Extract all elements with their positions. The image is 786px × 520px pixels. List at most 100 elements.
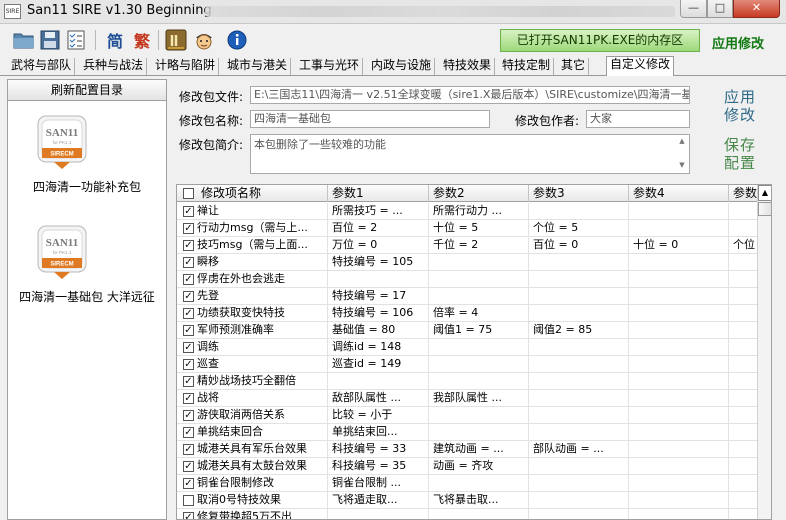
param3-cell[interactable] <box>529 458 629 475</box>
table-row[interactable]: ✓ 功绩获取变快特技 特技编号 = 106 倍率 = 4 <box>177 305 757 322</box>
param3-cell[interactable] <box>529 288 629 305</box>
table-row[interactable]: ✓ 调练 调练id = 148 <box>177 339 757 356</box>
param5-cell[interactable] <box>729 305 757 322</box>
param3-cell[interactable] <box>529 373 629 390</box>
param1-cell[interactable]: 特技编号 = 105 <box>328 254 429 271</box>
tab-politics-facilities[interactable]: 内政与设施 <box>368 58 436 75</box>
table-row[interactable]: ✓ 技巧msg（需与上面... 万位 = 0 千位 = 2 百位 = 0 十位 = 0 个位 <box>177 237 757 254</box>
desc-scrollbar[interactable]: ▲ ▼ <box>676 136 688 172</box>
param1-cell[interactable]: 敌部队属性 ... <box>328 390 429 407</box>
column-header-param5[interactable]: 参数5 <box>729 185 757 202</box>
table-row[interactable]: ✓ 修复带换超5万不出 <box>177 509 757 519</box>
param4-cell[interactable] <box>629 492 729 509</box>
apply-modification-button[interactable]: 应用 修改 <box>718 88 762 124</box>
maximize-button[interactable]: □ <box>707 0 733 18</box>
param5-cell[interactable] <box>729 441 757 458</box>
param5-cell[interactable] <box>729 373 757 390</box>
row-checkbox[interactable]: ✓ <box>183 325 194 336</box>
param1-cell[interactable]: 科技编号 = 33 <box>328 441 429 458</box>
table-row[interactable]: ✓ 城港关具有太鼓台效果 科技编号 = 35 动画 = 齐攻 <box>177 458 757 475</box>
row-checkbox[interactable]: ✓ <box>183 478 194 489</box>
param2-cell[interactable] <box>429 373 529 390</box>
param3-cell[interactable] <box>529 203 629 220</box>
param4-cell[interactable] <box>629 390 729 407</box>
column-header-param3[interactable]: 参数3 <box>529 185 629 202</box>
param3-cell[interactable] <box>529 509 629 519</box>
table-row[interactable]: ✓ 巡查 巡查id = 149 <box>177 356 757 373</box>
param1-cell[interactable]: 比较 = 小于 <box>328 407 429 424</box>
table-row[interactable]: ✓ 战将 敌部队属性 ... 我部队属性 ... <box>177 390 757 407</box>
select-all-checkbox[interactable] <box>183 188 194 199</box>
param5-cell[interactable] <box>729 203 757 220</box>
save-button[interactable] <box>38 28 62 52</box>
package-name-field[interactable]: 四海清一基础包 <box>250 110 490 128</box>
table-row[interactable]: 取消0号特技效果 飞将遁走取... 飞将暴击取... <box>177 492 757 509</box>
san11-button[interactable] <box>164 28 188 52</box>
param2-cell[interactable]: 倍率 = 4 <box>429 305 529 322</box>
row-checkbox[interactable]: ✓ <box>183 291 194 302</box>
column-header-param1[interactable]: 参数1 <box>328 185 429 202</box>
row-checkbox[interactable]: ✓ <box>183 427 194 438</box>
about-button[interactable] <box>225 28 249 52</box>
param2-cell[interactable]: 阈值1 = 75 <box>429 322 529 339</box>
grid-scrollbar[interactable]: ▲ <box>757 185 771 519</box>
param2-cell[interactable] <box>429 254 529 271</box>
row-checkbox[interactable]: ✓ <box>183 512 194 519</box>
param1-cell[interactable]: 单挑结束回... <box>328 424 429 441</box>
param4-cell[interactable] <box>629 407 729 424</box>
row-checkbox[interactable]: ✓ <box>183 206 194 217</box>
column-header-param2[interactable]: 参数2 <box>429 185 529 202</box>
row-checkbox[interactable]: ✓ <box>183 461 194 472</box>
apply-mod-toolbar-button[interactable]: 应用修改 <box>712 33 764 52</box>
param4-cell[interactable] <box>629 203 729 220</box>
param3-cell[interactable]: 部队动画 = ... <box>529 441 629 458</box>
param5-cell[interactable] <box>729 458 757 475</box>
row-checkbox[interactable]: ✓ <box>183 444 194 455</box>
param5-cell[interactable] <box>729 492 757 509</box>
table-row[interactable]: ✓ 行动力msg（需与上... 百位 = 2 十位 = 5 个位 = 5 <box>177 220 757 237</box>
checklist-button[interactable] <box>64 28 88 52</box>
row-checkbox[interactable]: ✓ <box>183 308 194 319</box>
param1-cell[interactable] <box>328 271 429 288</box>
param2-cell[interactable]: 建筑动画 = ... <box>429 441 529 458</box>
table-row[interactable]: ✓ 城港关具有军乐台效果 科技编号 = 33 建筑动画 = ... 部队动画 = ... <box>177 441 757 458</box>
param1-cell[interactable]: 巡查id = 149 <box>328 356 429 373</box>
table-row[interactable]: ✓ 先登 特技编号 = 17 <box>177 288 757 305</box>
param1-cell[interactable]: 铜雀台限制 ... <box>328 475 429 492</box>
param5-cell[interactable] <box>729 390 757 407</box>
table-row[interactable]: ✓ 铜雀台限制修改 铜雀台限制 ... <box>177 475 757 492</box>
tab-others[interactable]: 其它 <box>558 58 590 75</box>
param3-cell[interactable] <box>529 424 629 441</box>
row-checkbox[interactable]: ✓ <box>183 359 194 370</box>
table-row[interactable]: ✓ 精妙战场技巧全翻倍 <box>177 373 757 390</box>
param1-cell[interactable]: 特技编号 = 106 <box>328 305 429 322</box>
param4-cell[interactable] <box>629 356 729 373</box>
column-header-param4[interactable]: 参数4 <box>629 185 729 202</box>
row-checkbox[interactable]: ✓ <box>183 240 194 251</box>
tab-custom-mods[interactable]: 自定义修改 <box>606 56 675 76</box>
param5-cell[interactable] <box>729 322 757 339</box>
param4-cell[interactable] <box>629 339 729 356</box>
param5-cell[interactable] <box>729 339 757 356</box>
package-item[interactable]: SAN11 for PK1.1 SIRECM 四海清一基础包 大洋远征 <box>8 224 166 334</box>
param4-cell[interactable]: 十位 = 0 <box>629 237 729 254</box>
param1-cell[interactable]: 万位 = 0 <box>328 237 429 254</box>
table-row[interactable]: ✓ 俘虏在外也会逃走 <box>177 271 757 288</box>
table-row[interactable]: ✓ 游侠取消两倍关系 比较 = 小于 <box>177 407 757 424</box>
param4-cell[interactable] <box>629 254 729 271</box>
param5-cell[interactable] <box>729 509 757 519</box>
param1-cell[interactable]: 百位 = 2 <box>328 220 429 237</box>
general-face-button[interactable] <box>192 28 216 52</box>
param2-cell[interactable]: 动画 = 齐攻 <box>429 458 529 475</box>
param3-cell[interactable] <box>529 492 629 509</box>
param1-cell[interactable]: 科技编号 = 35 <box>328 458 429 475</box>
table-row[interactable]: ✓ 单挑结束回合 单挑结束回... <box>177 424 757 441</box>
tab-skill-effects[interactable]: 特技效果 <box>440 58 496 75</box>
param2-cell[interactable]: 十位 = 5 <box>429 220 529 237</box>
table-row[interactable]: ✓ 禅让 所需技巧 = ... 所需行动力 ... <box>177 203 757 220</box>
param2-cell[interactable] <box>429 509 529 519</box>
param3-cell[interactable] <box>529 407 629 424</box>
row-checkbox[interactable]: ✓ <box>183 223 194 234</box>
param1-cell[interactable]: 基础值 = 80 <box>328 322 429 339</box>
param3-cell[interactable] <box>529 339 629 356</box>
